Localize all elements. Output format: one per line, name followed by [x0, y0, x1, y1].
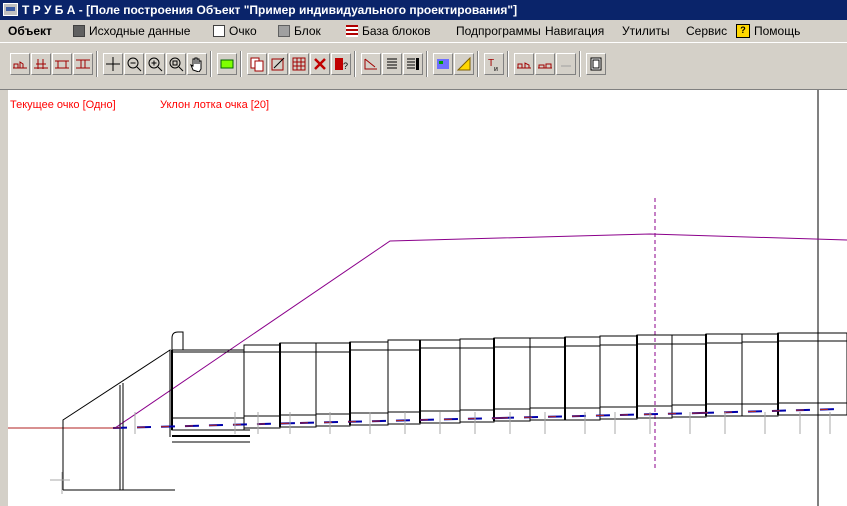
list-icon: [346, 25, 358, 37]
grid-icon[interactable]: [289, 53, 309, 75]
toolbar-separator: [354, 51, 356, 77]
headwall-outline: [62, 349, 171, 490]
menu-item-label: Блок: [294, 24, 321, 38]
disabled-icon[interactable]: [556, 53, 576, 75]
copy-block-icon[interactable]: [247, 53, 267, 75]
title-bar: Т Р У Б А - [Поле построения Объект "При…: [0, 0, 847, 20]
menu-bar: Объект Исходные данные Очко Блок База бл…: [0, 20, 847, 42]
plan-view-icon[interactable]: [52, 53, 72, 75]
embankment-line: [114, 233, 847, 429]
pan-hand-icon[interactable]: [187, 53, 207, 75]
profile-view-icon[interactable]: [10, 53, 30, 75]
menu-item-label: Подпрограммы: [456, 24, 541, 38]
toolbar-separator: [426, 51, 428, 77]
pipe-section-icon: [213, 25, 225, 37]
flow-tray-mark: [699, 408, 841, 414]
database-icon: [73, 25, 85, 37]
pipe-profile-drawing[interactable]: [8, 90, 847, 506]
edit-block-icon[interactable]: [268, 53, 288, 75]
window-title: Т Р У Б А - [Поле построения Объект "При…: [22, 3, 518, 17]
block-icon: [278, 25, 290, 37]
app-icon[interactable]: [3, 3, 18, 16]
menu-item-label: Навигация: [545, 24, 605, 38]
pipe-segment: [387, 339, 421, 425]
road-profile-icon[interactable]: [514, 53, 534, 75]
zoom-out-icon[interactable]: [124, 53, 144, 75]
menu-item-label: Исходные данные: [89, 24, 191, 38]
menu-item-label: Очко: [229, 24, 257, 38]
toolbar-separator: [210, 51, 212, 77]
flow-tray-mark: [112, 422, 301, 429]
toolbar-separator: [579, 51, 581, 77]
toolbar-separator: [477, 51, 479, 77]
menu-item-input-data[interactable]: Исходные данные: [73, 20, 190, 42]
menu-item-service[interactable]: Сервис: [686, 20, 727, 42]
drawing-canvas[interactable]: Текущее очко [Одно] Уклон лотка очка [20…: [8, 90, 847, 506]
slope-icon[interactable]: [361, 53, 381, 75]
zoom-in-icon[interactable]: [145, 53, 165, 75]
pipe-segment: [279, 342, 317, 428]
page-icon[interactable]: [586, 53, 606, 75]
menu-item-help[interactable]: ? Помощь: [736, 20, 800, 42]
table-icon[interactable]: [403, 53, 423, 75]
menu-item-label: Помощь: [754, 24, 801, 38]
svg-text:и: и: [494, 66, 498, 72]
menu-item-object[interactable]: Объект: [8, 20, 52, 42]
menu-item-block-base[interactable]: База блоков: [346, 20, 431, 42]
block-info-icon[interactable]: ?: [331, 53, 351, 75]
toolbar-separator: [507, 51, 509, 77]
list-view-icon[interactable]: [382, 53, 402, 75]
menu-item-navigation[interactable]: Навигация: [545, 20, 604, 42]
crosshair-icon[interactable]: [103, 53, 123, 75]
zoom-window-icon[interactable]: [166, 53, 186, 75]
menu-item-label: Объект: [8, 24, 52, 38]
toolbar-separator: [96, 51, 98, 77]
menu-item-section[interactable]: Очко: [213, 20, 257, 42]
menu-item-label: Сервис: [686, 24, 728, 38]
road-section-icon[interactable]: [535, 53, 555, 75]
svg-text:?: ?: [343, 61, 348, 71]
menu-item-subprograms[interactable]: Подпрограммы: [456, 20, 541, 42]
flow-tray-line: [699, 408, 841, 414]
portal-cap-outline: [171, 331, 184, 350]
help-icon: ?: [736, 24, 750, 38]
menu-item-label: Утилиты: [622, 24, 670, 38]
menu-item-label: База блоков: [362, 24, 431, 38]
text-edit-icon[interactable]: Tи: [484, 53, 504, 75]
delete-icon[interactable]: [310, 53, 330, 75]
section-view-icon[interactable]: [31, 53, 51, 75]
colored-map-icon[interactable]: [433, 53, 453, 75]
front-view-icon[interactable]: [73, 53, 93, 75]
toolbar-separator: [240, 51, 242, 77]
toolbar: ? Tи: [0, 42, 847, 90]
menu-item-block[interactable]: Блок: [278, 20, 321, 42]
block-insert-icon[interactable]: [217, 53, 237, 75]
menu-item-utilities[interactable]: Утилиты: [622, 20, 670, 42]
ruler-icon[interactable]: [454, 53, 474, 75]
